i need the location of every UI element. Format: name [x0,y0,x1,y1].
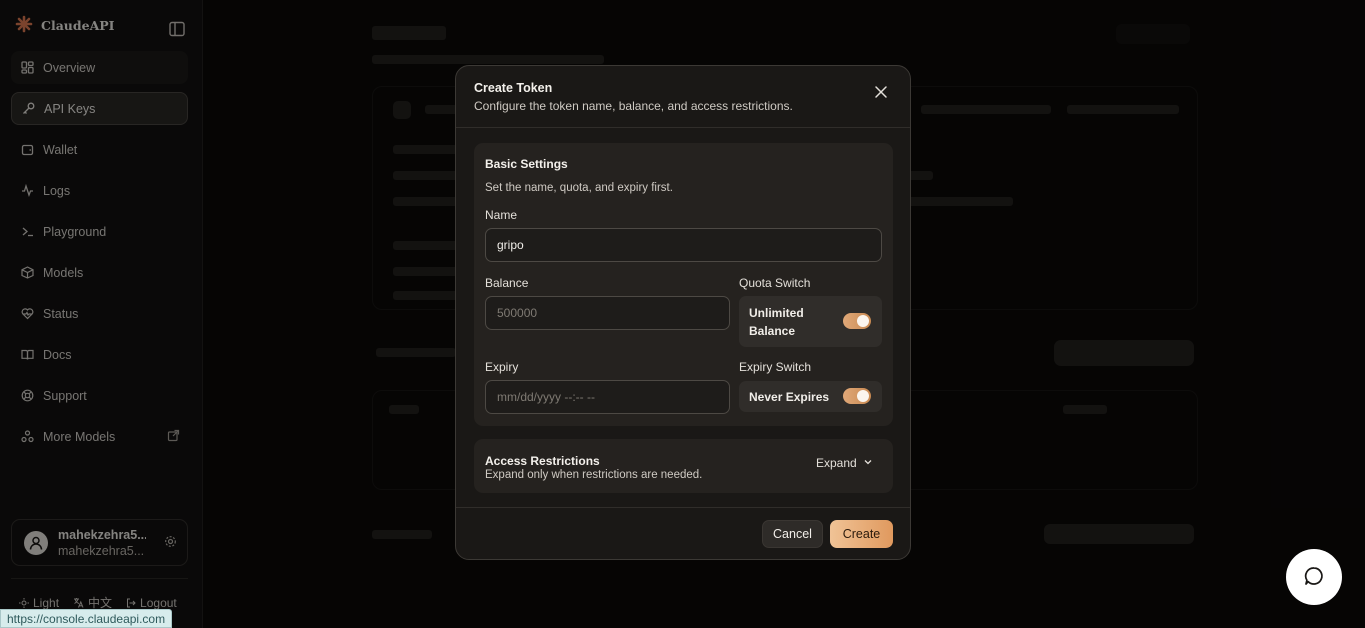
section-subtitle: Set the name, quota, and expiry first. [485,182,673,194]
balance-label: Balance [485,276,529,290]
quota-switch-label: Quota Switch [739,276,811,290]
unlimited-balance-toggle[interactable] [843,313,871,329]
access-restrictions-section: Access Restrictions Expand only when res… [474,439,893,493]
section-title: Access Restrictions [485,454,600,468]
expand-button[interactable]: Expand [816,456,873,470]
chat-button[interactable] [1286,549,1342,605]
close-icon[interactable] [873,84,889,100]
modal-subtitle: Configure the token name, balance, and a… [474,99,793,113]
chevron-down-icon [863,456,873,470]
basic-settings-section: Basic Settings Set the name, quota, and … [474,143,893,426]
section-title: Basic Settings [485,157,568,171]
balance-input[interactable]: 500000 [485,296,730,330]
name-label: Name [485,208,518,222]
unlimited-balance-switch-box: Unlimited Balance [739,296,882,347]
modal-title: Create Token [474,81,553,95]
unlimited-balance-label: Unlimited Balance [749,304,804,340]
create-button[interactable]: Create [830,520,893,548]
section-subtitle: Expand only when restrictions are needed… [485,469,703,481]
never-expires-label: Never Expires [749,390,830,404]
unlimited-line-1: Unlimited [749,306,804,320]
never-expires-toggle[interactable] [843,388,871,404]
expiry-input[interactable]: mm/dd/yyyy --:-- -- [485,380,730,414]
chat-bubble-icon [1303,565,1325,590]
never-expires-switch-box: Never Expires [739,381,882,412]
create-token-dialog: Create Token Configure the token name, b… [455,65,911,560]
expiry-switch-label: Expiry Switch [739,360,812,374]
expiry-label: Expiry [485,360,519,374]
expand-label: Expand [816,456,857,470]
name-input[interactable]: gripo [485,228,882,262]
cancel-button[interactable]: Cancel [762,520,823,548]
status-bar-url: https://console.claudeapi.com [0,609,173,628]
modal-header: Create Token Configure the token name, b… [456,66,910,128]
modal-footer-divider [456,507,910,508]
unlimited-line-2: Balance [749,324,796,338]
